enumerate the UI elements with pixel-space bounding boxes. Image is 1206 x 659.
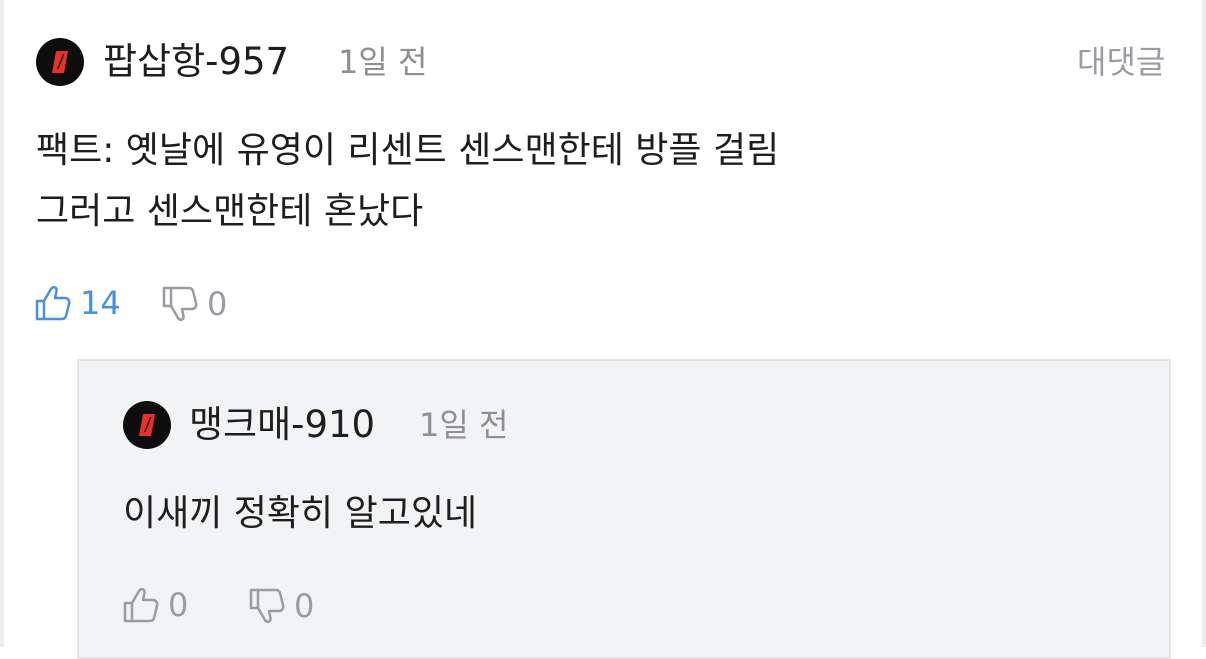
dislike-count: 0 (294, 587, 315, 625)
reply-text-line: 이새끼 정확히 알고있네 (123, 493, 478, 534)
reply-button[interactable]: 대댓글 (1077, 46, 1165, 78)
reply-timestamp: 1일 전 (419, 406, 509, 444)
thumbs-down-icon (249, 588, 285, 623)
red-slash-logo-icon (52, 51, 68, 73)
like-button[interactable]: 14 (34, 284, 121, 322)
user-avatar[interactable] (36, 38, 84, 86)
like-button[interactable]: 0 (122, 586, 188, 624)
comment-text-line: 그러고 센스맨한테 혼났다 (36, 191, 424, 232)
right-border (1202, 0, 1206, 647)
like-count: 14 (80, 284, 121, 322)
left-border (0, 0, 4, 647)
dislike-count: 0 (207, 285, 228, 323)
user-avatar[interactable] (123, 401, 171, 449)
dislike-button[interactable]: 0 (248, 587, 314, 625)
reply-username[interactable]: 맹크매-910 (189, 406, 375, 443)
comment-text-line: 팩트: 옛날에 유영이 리센트 센스맨한테 방플 걸림 (36, 130, 780, 171)
thumbs-down-icon (162, 286, 198, 321)
like-count: 0 (168, 586, 189, 624)
red-slash-logo-icon (139, 414, 155, 436)
thumbs-up-icon (123, 588, 159, 623)
dislike-button[interactable]: 0 (161, 285, 227, 323)
comment-username[interactable]: 팝삽항-957 (103, 43, 289, 80)
thumbs-up-icon (35, 286, 71, 321)
comment-timestamp: 1일 전 (338, 43, 428, 81)
